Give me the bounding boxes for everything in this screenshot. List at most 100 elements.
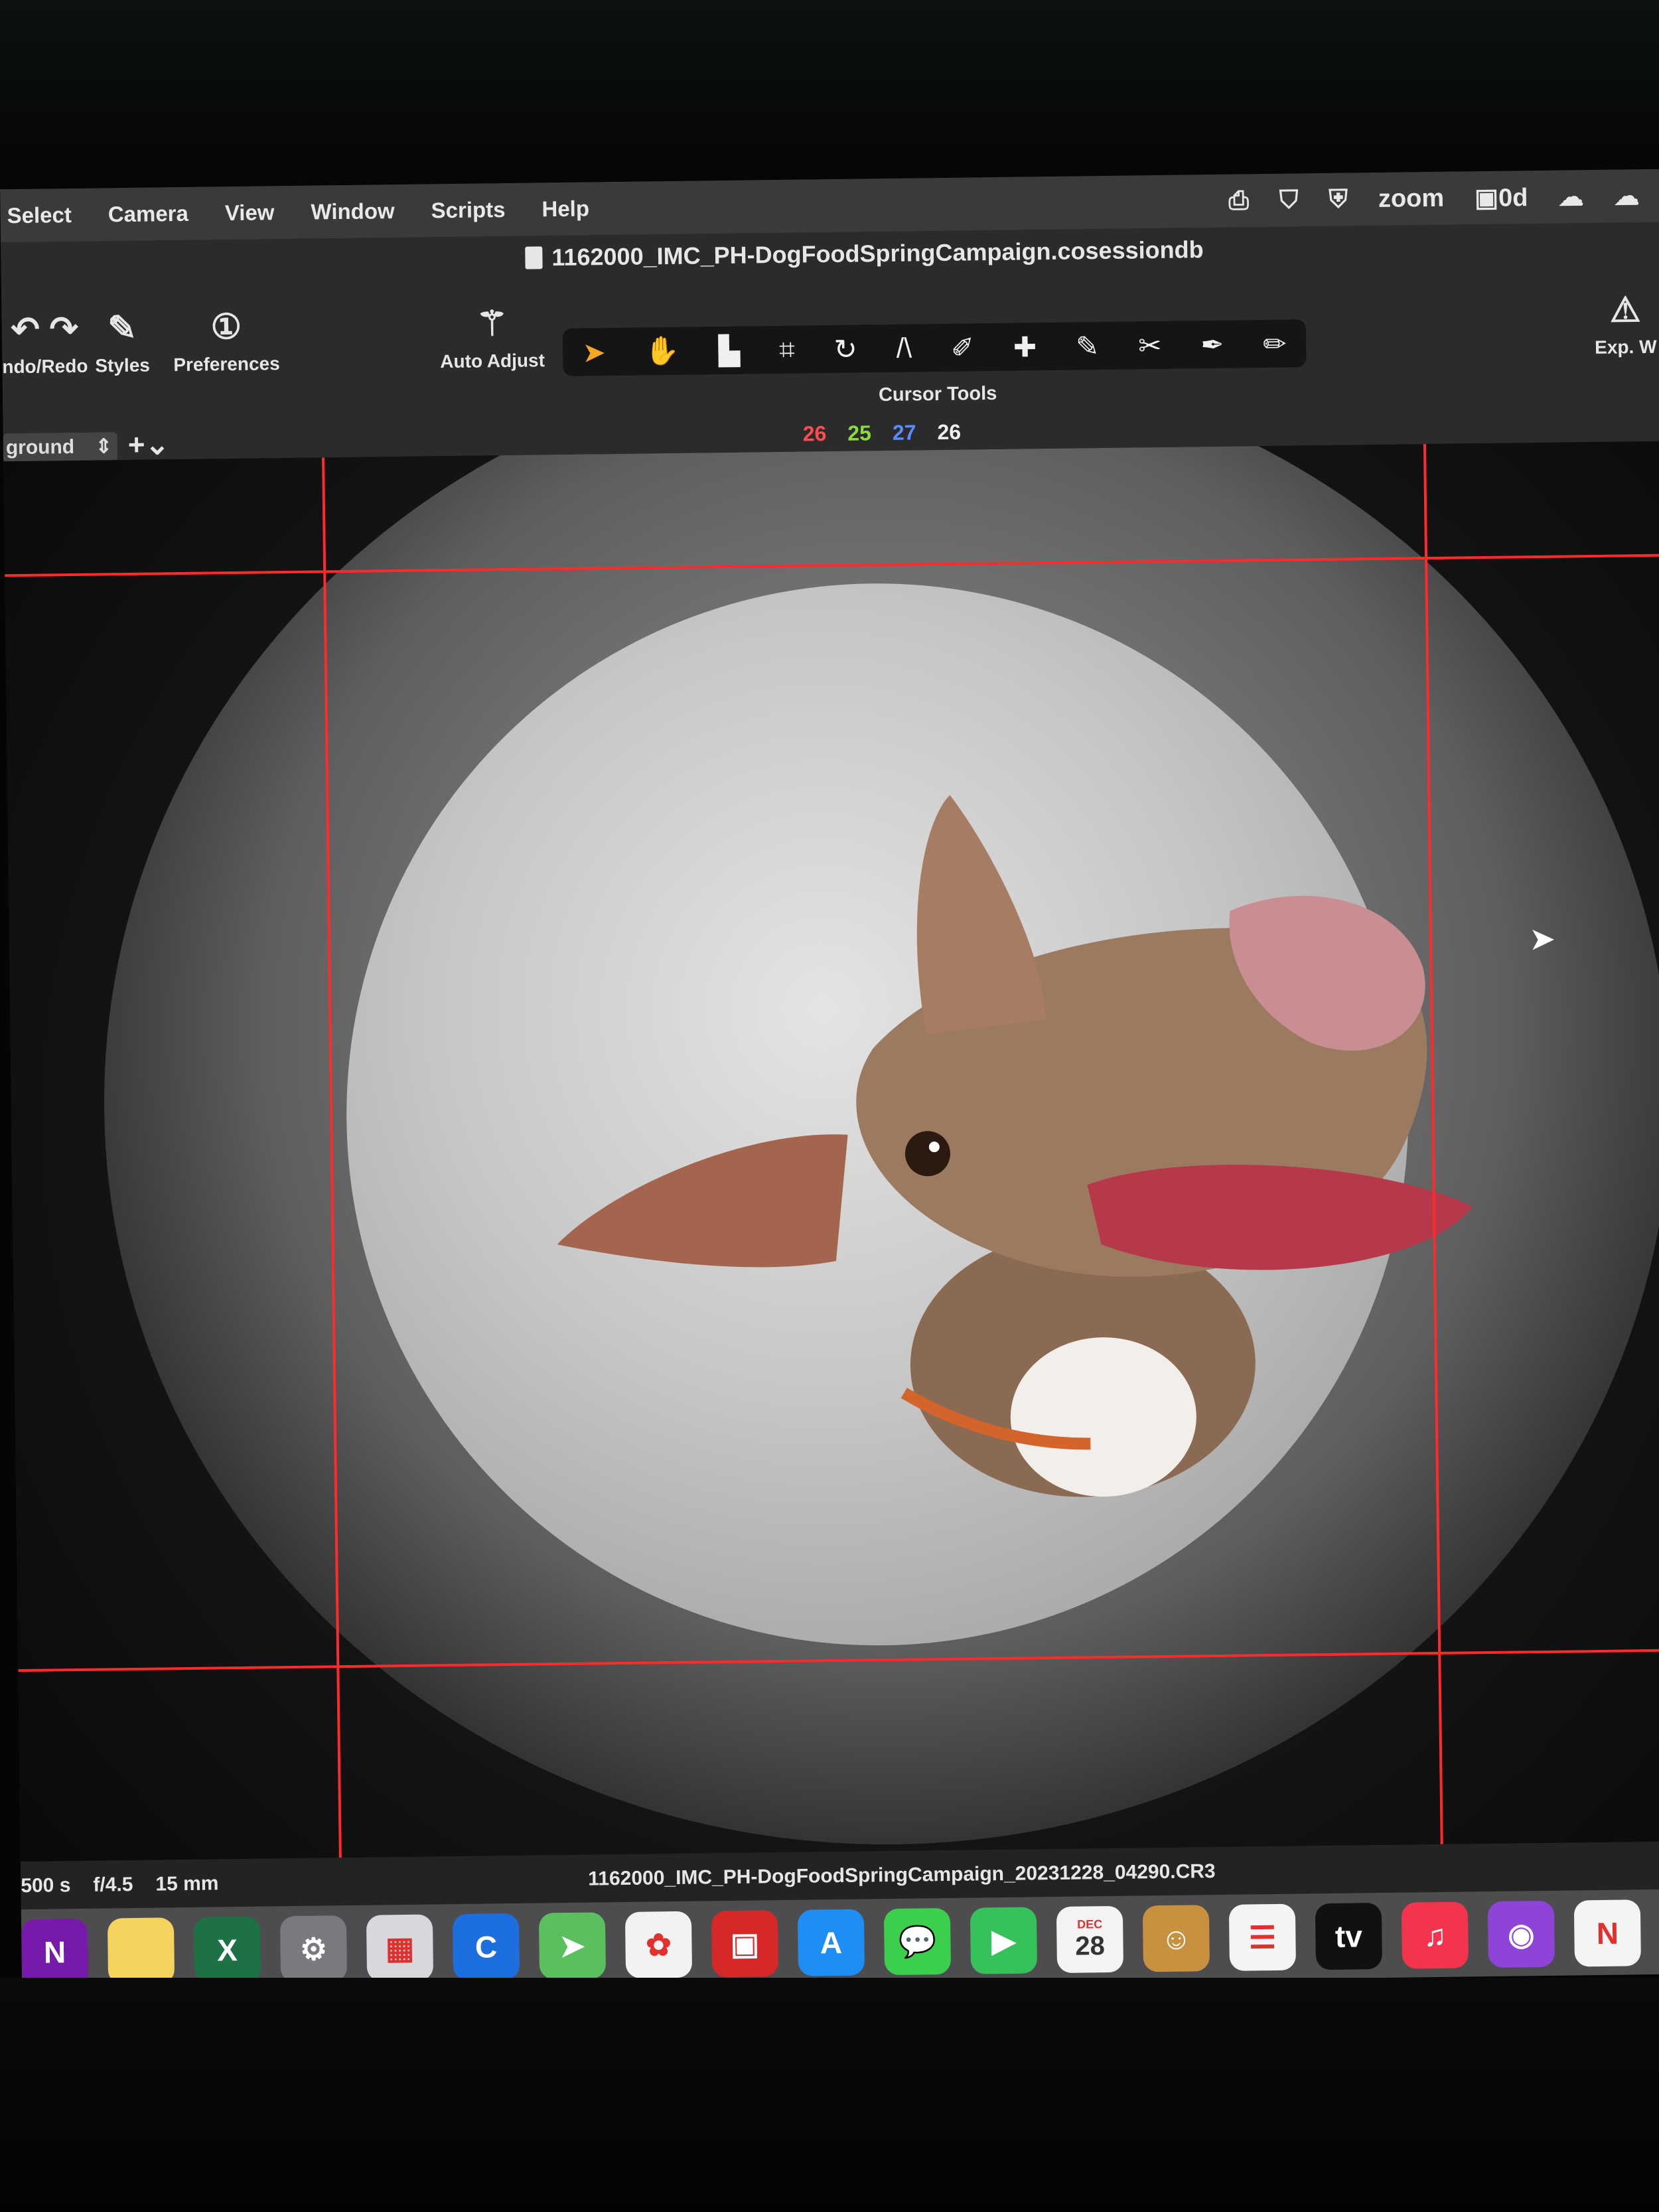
facetime-icon[interactable]: ▶ — [970, 1907, 1038, 1974]
messages-icon[interactable]: 💬 — [883, 1907, 952, 1976]
loupe-icon[interactable]: ▙ — [719, 334, 741, 366]
podcasts-icon[interactable]: ◉ — [1487, 1900, 1555, 1968]
annotate-icon[interactable]: ✏ — [1263, 327, 1287, 360]
crop-icon[interactable]: ⌗ — [779, 333, 795, 366]
maps-icon[interactable]: ➤ — [538, 1912, 607, 1980]
zoom-status[interactable]: zoom — [1378, 184, 1445, 213]
add-layer-button[interactable]: +⌄ — [128, 427, 170, 462]
luminance-value: 26 — [937, 419, 962, 445]
app-store-icon[interactable]: A — [797, 1909, 865, 1976]
styles-button[interactable]: ✎ Styles — [94, 307, 150, 377]
rgb-readout: 26 25 27 26 — [802, 420, 961, 447]
dog-photo — [557, 794, 1473, 1497]
cloud-icon[interactable]: ☁ — [1614, 181, 1640, 211]
shield-icon[interactable]: ⛉ — [1279, 186, 1299, 214]
photo-booth-icon[interactable]: ▣ — [711, 1910, 779, 1978]
auto-adjust-label: Auto Adjust — [440, 350, 545, 372]
launchpad-icon[interactable]: ▦ — [366, 1914, 434, 1982]
apple-tv-icon[interactable]: tv — [1315, 1903, 1383, 1970]
mouse-pointer-icon: ➤ — [1528, 921, 1556, 958]
aperture: f/4.5 — [93, 1874, 133, 1896]
magic-wand-icon: ⚚ — [476, 304, 508, 344]
preferences-button[interactable]: ① Preferences — [173, 305, 280, 376]
calendar-day: 28 — [1075, 1931, 1106, 1961]
erase-mask-icon[interactable]: ✂ — [1138, 329, 1162, 361]
keystone-icon[interactable]: /\ — [896, 332, 912, 364]
image-viewer[interactable]: ➤ — [3, 441, 1659, 1862]
dog-mouth — [1087, 1164, 1473, 1270]
preferences-icon: ① — [210, 307, 242, 347]
rotate-icon[interactable]: ↻ — [833, 332, 857, 365]
calendar-icon[interactable]: DEC 28 — [1056, 1905, 1124, 1974]
dog-ear-left — [557, 1134, 848, 1268]
healing-icon[interactable]: ✚ — [1013, 331, 1037, 363]
contacts-icon-glyph: ☺ — [1160, 1921, 1192, 1956]
document-icon — [525, 246, 543, 269]
maps-icon-glyph: ➤ — [559, 1928, 586, 1964]
creative-cloud-icon[interactable]: ☁ — [1558, 182, 1584, 212]
image-filename: 1162000_IMC_PH-DogFoodSpringCampaign_202… — [588, 1860, 1216, 1890]
blue-value: 27 — [892, 420, 916, 445]
reminders-icon[interactable]: ☰ — [1228, 1903, 1297, 1971]
photos-icon[interactable]: ✿ — [624, 1911, 693, 1978]
preferences-label: Preferences — [173, 353, 280, 376]
status-area: ⎙ ⛉ ⛨ zoom ▣0d ☁ ☁ — [1228, 169, 1640, 228]
green-value: 25 — [847, 421, 872, 445]
menu-scripts[interactable]: Scripts — [431, 197, 505, 223]
spot-removal-icon[interactable]: ✐ — [951, 331, 975, 364]
onenote-icon[interactable]: N — [21, 1918, 89, 1986]
exposure-warning-button[interactable]: ⚠ Exp. W — [1594, 289, 1657, 358]
menu-help[interactable]: Help — [541, 196, 589, 222]
cursor-tools-strip: ➤ ✋ ▙ ⌗ ↻ /\ ✐ ✚ ✎ ✂ ✒ ✏ — [562, 319, 1307, 376]
launchpad-icon-glyph: ▦ — [385, 1930, 415, 1966]
screen: Select Camera View Window Scripts Help ⎙… — [0, 169, 1659, 1995]
printer-icon[interactable]: ⎙ — [1228, 186, 1249, 215]
undo-redo-icon: ↶ ↷ — [11, 309, 79, 350]
layer-select[interactable]: ground ⇕ — [3, 432, 118, 463]
monitor-bezel-top — [0, 0, 1659, 192]
system-settings-icon[interactable]: ⚙ — [279, 1915, 348, 1983]
draw-mask-icon[interactable]: ✎ — [1076, 330, 1100, 362]
document-title: 1162000_IMC_PH-DogFoodSpringCampaign.cos… — [525, 236, 1204, 271]
apple-tv-icon-glyph: tv — [1334, 1919, 1363, 1954]
undo-redo-label: ndo/Redo — [2, 355, 88, 378]
red-value: 26 — [802, 421, 827, 446]
hand-icon[interactable]: ✋ — [644, 334, 680, 368]
undo-redo-button[interactable]: ↶ ↷ ndo/Redo — [1, 308, 88, 378]
select-cursor-icon[interactable]: ➤ — [582, 336, 606, 368]
capture-one-icon-glyph: C — [474, 1929, 498, 1964]
auto-adjust-button[interactable]: ⚚ Auto Adjust — [439, 302, 545, 372]
music-icon[interactable]: ♫ — [1401, 1901, 1469, 1969]
capture-one-icon[interactable]: C — [452, 1913, 520, 1981]
menu-select[interactable]: Select — [7, 202, 72, 228]
system-settings-icon-glyph: ⚙ — [299, 1931, 328, 1966]
timer-status[interactable]: ▣0d — [1475, 183, 1528, 213]
shutter-speed: 500 s — [21, 1874, 71, 1897]
monitor-bezel-bottom — [0, 1978, 1659, 2212]
notes-icon[interactable] — [107, 1917, 175, 1985]
shield-check-icon[interactable]: ⛨ — [1329, 185, 1348, 214]
picker-icon[interactable]: ✒ — [1200, 328, 1224, 360]
calendar-month: DEC — [1077, 1917, 1103, 1931]
exif-info: 500 s f/4.5 15 mm — [21, 1872, 219, 1897]
layer-select-value: ground — [5, 435, 75, 459]
podcasts-icon-glyph: ◉ — [1507, 1917, 1535, 1952]
app-store-icon-glyph: A — [820, 1925, 843, 1960]
messages-icon-glyph: 💬 — [898, 1923, 937, 1959]
photos-icon-glyph: ✿ — [645, 1927, 672, 1962]
news-icon-glyph: N — [1596, 1915, 1619, 1951]
news-icon[interactable]: N — [1573, 1899, 1641, 1967]
menu-view[interactable]: View — [225, 200, 275, 226]
excel-icon-glyph: X — [216, 1933, 238, 1968]
stepper-icon: ⇕ — [95, 435, 113, 458]
toolbar: 1162000_IMC_PH-DogFoodSpringCampaign.cos… — [1, 222, 1659, 463]
timer-value: 0d — [1498, 183, 1528, 212]
menu-camera[interactable]: Camera — [108, 201, 189, 227]
music-icon-glyph: ♫ — [1423, 1917, 1447, 1953]
contacts-icon[interactable]: ☺ — [1142, 1905, 1210, 1972]
menu-window[interactable]: Window — [311, 198, 395, 225]
dog-ear-right — [916, 794, 1046, 1035]
excel-icon[interactable]: X — [193, 1916, 261, 1984]
reminders-icon-glyph: ☰ — [1248, 1919, 1277, 1955]
photo-booth-icon-glyph: ▣ — [730, 1926, 760, 1962]
